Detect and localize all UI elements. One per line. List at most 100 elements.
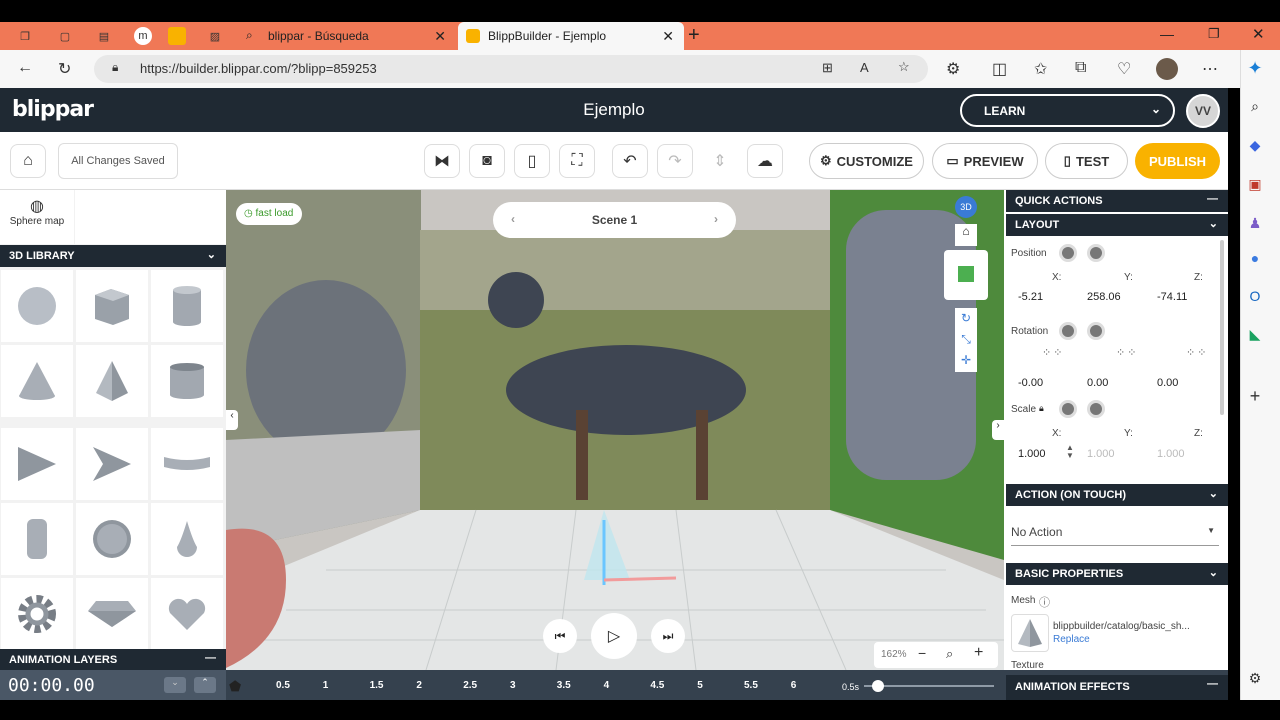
scale-y-input[interactable]: 1.000 — [1087, 448, 1115, 460]
scale-tool-icon[interactable]: ⤡ — [955, 329, 977, 350]
profile-avatar[interactable] — [1156, 58, 1178, 80]
scale-x-input[interactable]: 1.000 — [1018, 448, 1046, 460]
shape-triangle[interactable] — [1, 428, 73, 500]
screenshot-button[interactable]: ◙ — [469, 144, 505, 178]
position-copy-button[interactable] — [1087, 244, 1105, 262]
animation-effects-header[interactable]: ANIMATION EFFECTS — — [1006, 675, 1228, 700]
games-icon[interactable]: ♟ — [1246, 215, 1264, 233]
tab-blippar-search[interactable]: ⌕ blippar - Búsqueda ✕ — [238, 22, 456, 50]
scene-viewport[interactable] — [226, 190, 1004, 670]
scene-prev-icon[interactable]: ‹ — [511, 212, 515, 226]
extensions-icon[interactable]: ⚙ — [946, 59, 960, 79]
action-header[interactable]: ACTION (ON TOUCH) ⌄ — [1006, 484, 1228, 506]
home-button[interactable]: ⌂ — [10, 144, 46, 178]
publish-button[interactable]: PUBLISH — [1135, 143, 1220, 179]
more-options-icon[interactable]: ⋯ — [1202, 59, 1218, 79]
minimize-icon[interactable]: — — [1160, 26, 1174, 42]
animation-layers-header[interactable]: ANIMATION LAYERS — — [0, 649, 226, 671]
restore-icon[interactable]: ❐ — [1208, 26, 1220, 42]
close-icon[interactable]: ✕ — [434, 28, 446, 45]
shape-disc[interactable] — [76, 503, 148, 575]
url-field[interactable]: 🔒︎ https://builder.blippar.com/?blipp=85… — [94, 55, 928, 83]
rotation-y-input[interactable]: 0.00 — [1087, 377, 1108, 389]
pinned-tab-icon[interactable]: ▤ — [95, 27, 113, 45]
rotate-tool-icon[interactable]: ↻ — [955, 308, 977, 329]
new-tab-icon[interactable]: + — [688, 24, 700, 47]
shape-cone[interactable] — [1, 345, 73, 417]
scale-reset-button[interactable] — [1059, 400, 1077, 418]
lock-icon[interactable]: 🔒︎ — [1039, 403, 1044, 414]
rotation-x-input[interactable]: -0.00 — [1018, 377, 1043, 389]
close-icon[interactable]: ✕ — [662, 28, 674, 45]
shape-heart[interactable] — [151, 578, 223, 650]
workspaces-icon[interactable]: ❐ — [16, 27, 34, 45]
position-reset-button[interactable] — [1059, 244, 1077, 262]
settings-icon[interactable]: ⚙ — [1246, 670, 1264, 688]
quick-actions-header[interactable]: QUICK ACTIONS — — [1006, 190, 1228, 212]
move-tool-icon[interactable]: ✛ — [955, 350, 977, 371]
scale-stepper-icon[interactable]: ▲ ▼ — [1066, 444, 1074, 460]
favorite-star-icon[interactable]: ☆ — [898, 59, 910, 75]
test-button[interactable]: ▯ TEST — [1045, 143, 1128, 179]
sphere-map-item[interactable]: ◍ Sphere map — [0, 190, 74, 244]
mesh-thumbnail[interactable] — [1011, 614, 1049, 652]
window-close-icon[interactable]: ✕ — [1252, 25, 1265, 43]
cloud-button[interactable]: ☁ — [747, 144, 783, 178]
shape-gear[interactable] — [1, 578, 73, 650]
device-button[interactable]: ▯ — [514, 144, 550, 178]
fullscreen-button[interactable]: ⛶ — [559, 144, 595, 178]
learn-dropdown[interactable]: LEARN ⌄ — [960, 94, 1175, 127]
pinned-tab-blippar-icon[interactable] — [168, 27, 186, 45]
app-available-icon[interactable]: ⊞ — [822, 60, 833, 76]
playhead-icon[interactable]: ⬟ — [229, 678, 241, 695]
tab-blippbuilder[interactable]: BlippBuilder - Ejemplo ✕ — [458, 22, 684, 50]
zoom-out-icon[interactable]: − — [918, 645, 926, 661]
right-panel-scrollbar[interactable] — [1220, 240, 1224, 415]
redo-button[interactable]: ↷ — [657, 144, 693, 178]
add-icon[interactable]: + — [1246, 386, 1264, 406]
browser-essentials-icon[interactable]: ♡ — [1117, 59, 1131, 79]
view-home-icon[interactable]: ⌂ — [955, 224, 977, 246]
share-button[interactable]: ⧓ — [424, 144, 460, 178]
layout-header[interactable]: LAYOUT ⌄ — [1006, 214, 1228, 236]
outlook-icon[interactable]: O — [1246, 288, 1264, 306]
shape-diamond[interactable] — [76, 578, 148, 650]
favorites-icon[interactable]: ✩ — [1034, 59, 1047, 79]
zoom-search-icon[interactable]: ⌕ — [946, 646, 953, 662]
transform-tools[interactable]: ↻ ⤡ ✛ — [955, 308, 977, 372]
toolbox-icon[interactable]: ▣ — [1246, 176, 1264, 194]
shape-tube[interactable] — [151, 345, 223, 417]
action-select[interactable]: No Action ▼ — [1011, 518, 1219, 546]
play-button[interactable]: ▷ — [591, 613, 637, 659]
shape-pyramid[interactable] — [76, 345, 148, 417]
shape-drop[interactable] — [151, 503, 223, 575]
skip-forward-button[interactable]: ⏭ — [651, 619, 685, 653]
preview-button[interactable]: ▭ PREVIEW — [932, 143, 1038, 179]
collapse-left-icon[interactable]: ‹ — [226, 410, 238, 430]
collapse-right-icon[interactable]: › — [992, 420, 1004, 440]
refresh-icon[interactable]: ↻ — [58, 59, 71, 79]
office-icon[interactable]: ● — [1246, 250, 1264, 268]
basic-properties-header[interactable]: BASIC PROPERTIES ⌄ — [1006, 563, 1228, 585]
library-header[interactable]: 3D LIBRARY ⌄ — [0, 245, 226, 267]
search-icon[interactable]: ⌕ — [1246, 98, 1264, 116]
rotation-y-dial-icon[interactable]: ⁘⁘ — [1116, 346, 1138, 359]
customize-button[interactable]: ⚙ CUSTOMIZE — [809, 143, 924, 179]
copilot-icon[interactable]: ✦ — [1246, 58, 1264, 78]
rotation-z-dial-icon[interactable]: ⁘⁘ — [1186, 346, 1208, 359]
view-center-icon[interactable] — [958, 266, 974, 282]
shape-cylinder[interactable] — [151, 270, 223, 342]
info-icon[interactable]: ⓘ — [1039, 594, 1050, 610]
skip-back-button[interactable]: ⏮ — [543, 619, 577, 653]
timeline-down-button[interactable]: ⌄ — [164, 677, 186, 693]
rotation-z-input[interactable]: 0.00 — [1157, 377, 1178, 389]
blippar-logo[interactable]: blippar — [12, 97, 94, 122]
tag-icon[interactable]: ◆ — [1246, 137, 1264, 155]
align-button[interactable]: ⇕ — [702, 144, 738, 178]
scene-next-icon[interactable]: › — [714, 212, 718, 226]
position-z-input[interactable]: -74.11 — [1157, 291, 1187, 303]
collections-icon[interactable]: ⧉ — [1075, 59, 1086, 77]
undo-button[interactable]: ↶ — [612, 144, 648, 178]
timeline-up-button[interactable]: ⌃ — [194, 677, 216, 693]
split-screen-icon[interactable]: ◫ — [992, 59, 1007, 79]
